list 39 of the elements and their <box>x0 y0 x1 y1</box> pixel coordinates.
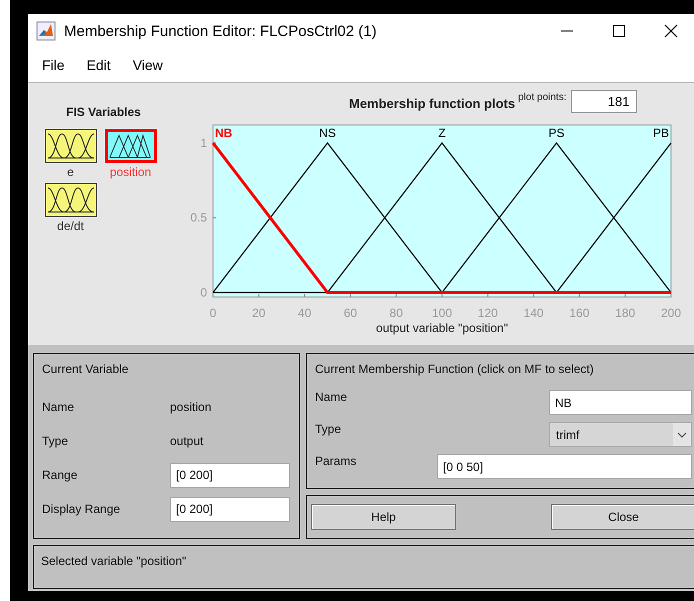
tick-label: 0 <box>210 306 216 320</box>
tick-label: 120 <box>478 306 498 320</box>
field-label: Name <box>42 400 76 414</box>
panel-title: Current Variable <box>42 362 130 376</box>
section-title: FIS Variables <box>66 105 141 119</box>
tick-label: 1 <box>200 136 207 150</box>
tick-label: 200 <box>660 306 682 320</box>
field-value: position <box>170 400 212 414</box>
tick-label: 0.5 <box>190 210 207 225</box>
status-text: Selected variable "position" <box>41 554 186 568</box>
variable-label: de/dt <box>57 219 84 233</box>
tick-label: 80 <box>390 306 403 320</box>
field-value: output <box>170 434 204 448</box>
function-label: Z <box>438 126 446 140</box>
tick-label: 20 <box>252 306 266 320</box>
tick-label: 0 <box>200 286 207 300</box>
variable-label: position <box>110 165 152 179</box>
chart-title: Membership function plots <box>349 96 516 111</box>
window-title: Membership Function Editor: FLCPosCtrl02 (1) <box>64 22 378 40</box>
tick-label: 40 <box>298 306 312 320</box>
function-label: NS <box>319 126 336 140</box>
field-label: Name <box>315 390 348 404</box>
field-label: Range <box>42 468 78 482</box>
tick-label: 100 <box>432 306 452 320</box>
field-label: Type <box>42 434 70 448</box>
tick-label: 140 <box>524 306 544 320</box>
tick-label: 60 <box>344 306 358 320</box>
function-label: PS <box>548 126 564 140</box>
tick-label: 160 <box>569 306 590 320</box>
function-label: PB <box>652 126 669 140</box>
panel-title: Current Membership Function (click on MF to select) <box>315 362 595 376</box>
field-label: Display Range <box>42 502 122 516</box>
field-label: Params <box>315 454 358 468</box>
field-label: plot points: <box>518 92 566 103</box>
function-label: NB <box>215 126 232 140</box>
tick-label: 180 <box>615 306 636 320</box>
variable-label: e <box>67 165 74 179</box>
axis-title: output variable "position" <box>376 321 508 335</box>
field-label: Type <box>315 422 342 436</box>
